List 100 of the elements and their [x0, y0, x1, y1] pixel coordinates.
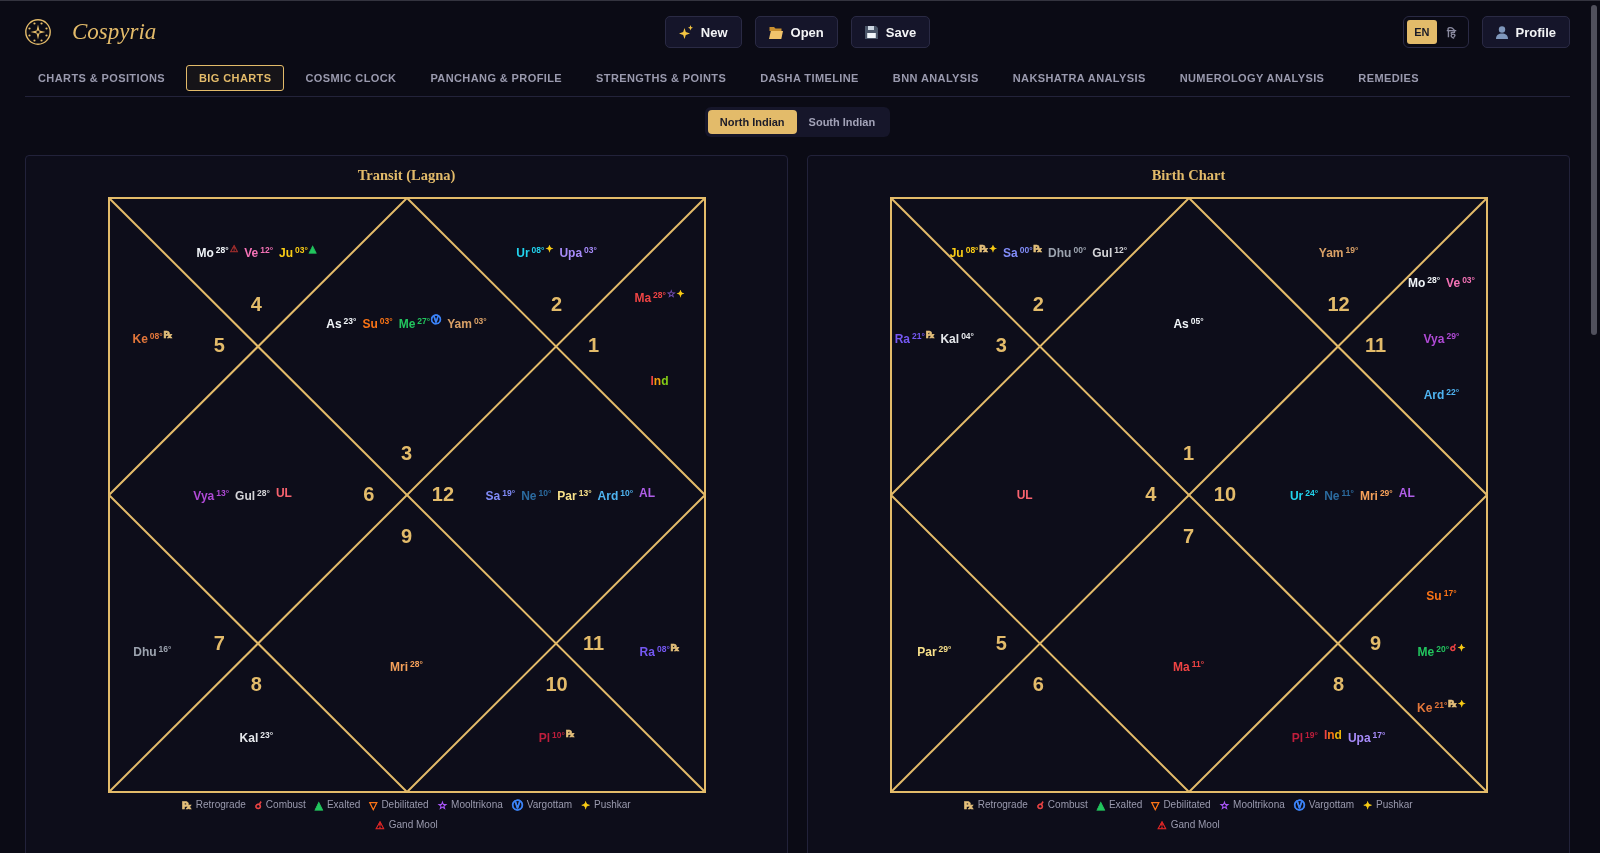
planet-label: Ard $^{22°}$: [1423, 386, 1460, 404]
legend-label: Mooltrikona: [1233, 799, 1285, 811]
house-number: 12: [431, 483, 455, 504]
house-number: 2: [551, 294, 563, 315]
planet-label: Ur $^{08°}$: [516, 244, 545, 262]
planet-label: Vya $^{13°}$: [193, 487, 230, 504]
nav-tab[interactable]: STRENGTHS & POINTS: [583, 65, 740, 91]
chart-style-option[interactable]: North Indian: [707, 110, 797, 134]
planet-label: Sa $^{19°}$: [485, 487, 516, 504]
planet-label: Kal $^{23°}$: [239, 728, 274, 746]
folder-icon: [768, 25, 783, 39]
legend-symbol: Ⓥ: [1293, 799, 1305, 811]
planet-label: Ne $^{11°}$: [1324, 487, 1354, 504]
planet-label: AL: [639, 486, 656, 501]
marker-symbol: ℞: [979, 243, 989, 255]
planet-label: Su $^{17°}$: [1426, 587, 1457, 605]
marker-symbol: ☆: [666, 288, 676, 299]
marker-symbol: ☌: [1450, 642, 1457, 654]
nav-tab[interactable]: BNN ANALYSIS: [879, 65, 992, 91]
marker-symbol: ✦: [1457, 642, 1466, 654]
planet-label: Par $^{29°}$: [917, 643, 952, 661]
house-number: 9: [1370, 632, 1382, 653]
legend-label: Combust: [265, 799, 306, 811]
planet-label: Upa $^{03°}$: [559, 244, 597, 262]
chart-title: Transit (Lagna): [357, 166, 456, 184]
legend-symbol: ▽: [369, 799, 378, 811]
legend-label: Vargottam: [526, 799, 573, 811]
house-number: 10: [1213, 483, 1237, 504]
chart-style-option[interactable]: South Indian: [796, 110, 888, 134]
legend-label: Gand Mool: [388, 819, 438, 831]
planet-label: Ke $^{08°}$: [132, 330, 163, 348]
legend-symbol: ℞: [964, 799, 974, 811]
profile-button[interactable]: Profile: [1481, 16, 1570, 48]
planet-label: Ma $^{11°}$: [1172, 658, 1205, 676]
planet-label: Ind: [650, 373, 669, 389]
planet-label: As $^{23°}$: [326, 315, 357, 333]
open-button[interactable]: Open: [754, 16, 838, 48]
legend-symbol: ☆: [1219, 799, 1230, 811]
house-number: 7: [213, 632, 225, 653]
nav-tab[interactable]: CHARTS & POSITIONS: [25, 65, 178, 91]
planet-label: Kal $^{04°}$: [940, 330, 974, 348]
planet-label: Ra $^{08°}$: [639, 643, 670, 661]
planet-label: As $^{05°}$: [1173, 315, 1204, 333]
legend-label: Mooltrikona: [451, 799, 503, 811]
legend-symbol: Ⓥ: [511, 799, 523, 811]
legend-label: Exalted: [1108, 799, 1143, 811]
planet-label: Ne $^{10°}$: [521, 487, 552, 504]
planet-label: Mri $^{29°}$: [1359, 487, 1393, 504]
language-option[interactable]: EN: [1407, 20, 1437, 44]
marker-symbol: ℞: [163, 329, 173, 341]
marker-symbol: ℞: [1033, 243, 1043, 255]
house-number: 2: [1032, 294, 1044, 315]
marker-symbol: ✦: [676, 288, 685, 299]
planet-label: Ind: [1323, 727, 1342, 743]
marker-symbol: ✦: [989, 243, 997, 255]
house-number: 5: [995, 632, 1007, 653]
nav-tab[interactable]: COSMIC CLOCK: [292, 65, 410, 91]
marker-symbol: ℞: [565, 727, 575, 739]
legend-symbol: ☆: [437, 799, 448, 811]
nav-tab[interactable]: REMEDIES: [1345, 65, 1432, 91]
planet-label: Ju $^{08°}$: [949, 244, 979, 262]
planet-label: AL: [1398, 486, 1415, 501]
legend-symbol: ⚠: [1157, 819, 1167, 831]
planet-label: Gul $^{28°}$: [235, 487, 270, 504]
new-button[interactable]: New: [664, 16, 742, 48]
planet-label: Mo $^{28°}$: [196, 244, 229, 262]
compass-logo: [25, 19, 51, 45]
legend-label: Pushkar: [593, 799, 631, 811]
planet-label: Par $^{13°}$: [557, 487, 592, 504]
nav-tab[interactable]: BIG CHARTS: [186, 65, 285, 91]
planet-label: Dhu $^{00°}$: [1048, 244, 1087, 262]
nav-tab[interactable]: NAKSHATRA ANALYSIS: [999, 65, 1159, 91]
legend-symbol: ▲: [1096, 799, 1105, 811]
planet-label: Upa $^{17°}$: [1347, 728, 1386, 746]
brand-name: Cospyria: [72, 19, 157, 45]
house-number: 12: [1327, 294, 1350, 315]
legend-label: Exalted: [326, 799, 361, 811]
house-number: 3: [400, 443, 413, 464]
sparkles-icon: [678, 25, 693, 39]
legend-symbol: ⚠: [375, 819, 385, 831]
planet-label: Sa $^{00°}$: [1003, 244, 1033, 262]
nav-tab[interactable]: NUMEROLOGY ANALYSIS: [1166, 65, 1338, 91]
language-option[interactable]: हि: [1439, 20, 1463, 44]
nav-tab[interactable]: DASHA TIMELINE: [747, 65, 872, 91]
house-number: 3: [995, 334, 1007, 355]
save-button[interactable]: Save: [850, 16, 931, 48]
house-number: 10: [545, 673, 568, 694]
house-number: 4: [1145, 483, 1157, 504]
planet-label: Ve $^{03°}$: [1446, 274, 1475, 292]
legend-label: Vargottam: [1308, 799, 1355, 811]
planet-label: Mo $^{28°}$: [1407, 274, 1441, 292]
house-number: 7: [1182, 525, 1195, 546]
legend-label: Combust: [1047, 799, 1088, 811]
planet-label: Ju $^{03°}$: [279, 244, 308, 262]
nav-tab[interactable]: PANCHANG & PROFILE: [417, 65, 576, 91]
marker-symbol: ℞: [670, 642, 680, 654]
legend-label: Retrograde: [977, 799, 1028, 811]
scrollbar-thumb[interactable]: [1591, 5, 1597, 335]
house-number: 11: [583, 632, 605, 653]
house-number: 9: [400, 525, 413, 546]
